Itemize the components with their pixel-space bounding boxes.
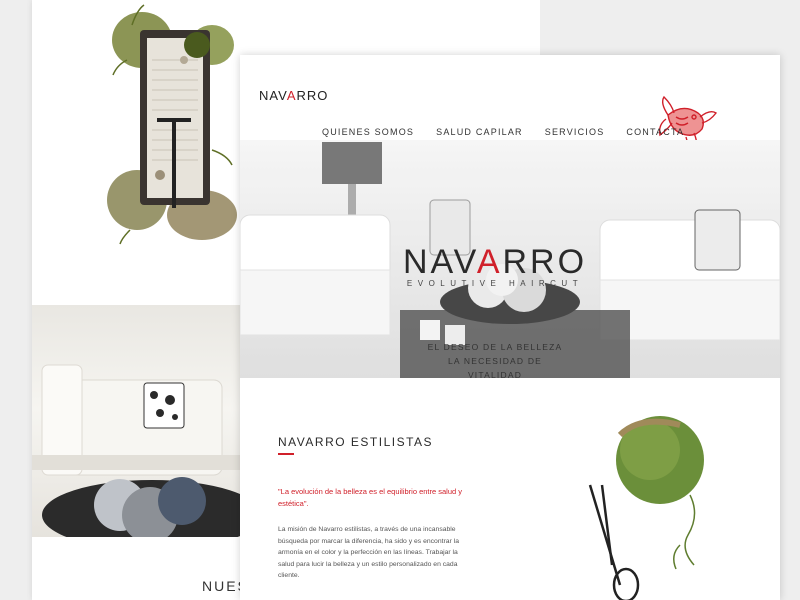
scissors-moss-illustration	[588, 416, 704, 600]
zen-garden-image	[107, 4, 237, 245]
about-mission-text: La misión de Navarro estilistas, a travé…	[278, 526, 459, 579]
about-title: NAVARRO ESTILISTAS	[278, 435, 434, 449]
site-logo[interactable]: NAVARRO	[259, 88, 328, 103]
hero-logo-text: NAV	[402, 243, 477, 281]
hero-banner: NAVARRO EVOLUTIVE HAIRCUT EL DESEO DE LA…	[240, 140, 780, 378]
title-underline	[278, 453, 294, 455]
logo-text-end: RRO	[296, 88, 329, 103]
nav-servicios[interactable]: SERVICIOS	[545, 127, 605, 137]
hero-logo-subtitle: EVOLUTIVE HAIRCUT	[406, 279, 584, 288]
hero-logo: NAVARRO EVOLUTIVE HAIRCUT	[395, 245, 595, 288]
hero-tagline: EL DESEO DE LA BELLEZA LA NECESIDAD DE V…	[420, 340, 570, 378]
hero-logo-word: NAVARRO	[395, 245, 595, 279]
logo-text: NAV	[259, 88, 287, 103]
background-page: NUES	[32, 0, 247, 600]
sofa-photo	[32, 305, 240, 537]
scissors-icon	[588, 484, 640, 600]
tagline-line-1: EL DESEO DE LA BELLEZA	[427, 342, 563, 352]
nav-salud-capilar[interactable]: SALUD CAPILAR	[436, 127, 523, 137]
hero-logo-text-end: RRO	[502, 243, 588, 281]
nav-quienes-somos[interactable]: QUIENES SOMOS	[322, 127, 414, 137]
nav-contacta[interactable]: CONTACTA	[626, 127, 684, 137]
moss-ball-image	[616, 416, 704, 504]
background-page-extension	[240, 0, 540, 60]
website-mockup: NAVARRO QUIENES SOMOS SALUD CAPILAR SERV…	[240, 55, 780, 600]
about-quote: "La evolución de la belleza es el equili…	[278, 487, 463, 508]
main-nav: QUIENES SOMOS SALUD CAPILAR SERVICIOS CO…	[322, 127, 684, 137]
tagline-line-2: LA NECESIDAD DE VITALIDAD	[447, 356, 543, 378]
hero-logo-accent: A	[476, 243, 503, 281]
